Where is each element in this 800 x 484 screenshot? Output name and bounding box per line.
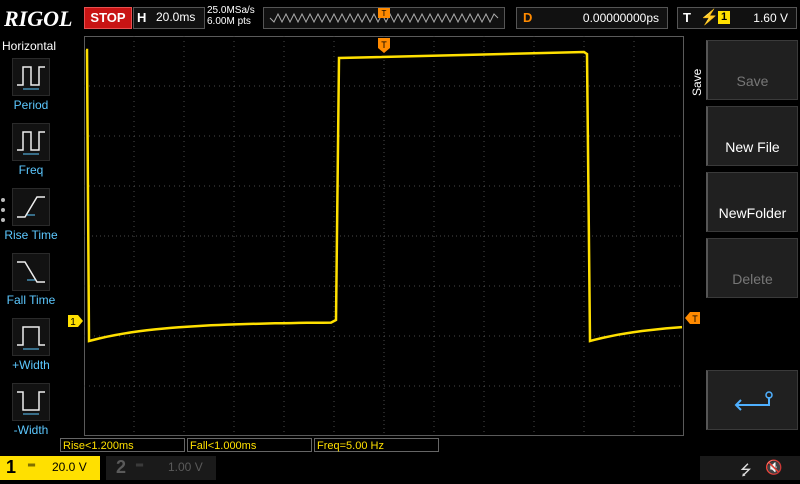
page-indicator — [1, 198, 5, 228]
run-stop-indicator[interactable]: STOP — [84, 7, 132, 29]
svg-text:T: T — [381, 40, 387, 50]
delay-value: 0.00000000ps — [582, 11, 659, 25]
return-button[interactable] — [706, 370, 798, 430]
measure-fall-time[interactable]: Fall Time — [0, 253, 62, 315]
measure-rise-time-label: Rise Time — [4, 228, 58, 242]
save-menu-tab: Save — [690, 68, 704, 96]
fall-time-icon — [12, 253, 50, 291]
channel2-scale: 1.00 V — [168, 460, 203, 474]
channel1-number: 1 — [6, 457, 17, 477]
measure-negative-width[interactable]: -Width — [0, 383, 62, 445]
delete-button-label: Delete — [732, 271, 773, 287]
trigger-box[interactable]: T ⚡ 1 1.60 V — [677, 7, 797, 29]
measure-positive-width[interactable]: +Width — [0, 318, 62, 380]
measure-freq-label: Freq — [18, 163, 44, 177]
trigger-time-marker[interactable]: T — [377, 38, 391, 54]
rigol-logo: RIGOL — [4, 6, 73, 31]
memory-depth: 6.00M pts — [207, 16, 251, 27]
save-button-label: Save — [736, 73, 769, 89]
measure-fall-time-label: Fall Time — [6, 293, 56, 307]
measure-negative-width-label: -Width — [13, 423, 49, 437]
period-icon — [12, 58, 50, 96]
acquisition-info: 25.0MSa/s 6.00M pts — [207, 5, 255, 27]
mute-icon[interactable]: 🔇 — [765, 459, 782, 476]
measure-period-label: Period — [13, 98, 49, 112]
channel2-number: 2 — [116, 457, 127, 477]
delete-button[interactable]: Delete — [706, 238, 798, 298]
svg-text:T: T — [692, 314, 698, 324]
measure-rise-time[interactable]: Rise Time — [0, 188, 62, 250]
trigger-level: 1.60 V — [753, 11, 788, 25]
measurement-fall[interactable]: Fall<1.000ms — [187, 438, 312, 452]
measure-positive-width-label: +Width — [12, 358, 50, 372]
measure-freq[interactable]: Freq — [0, 123, 62, 185]
save-button[interactable]: Save — [706, 40, 798, 100]
svg-text:1: 1 — [70, 317, 76, 328]
usb-icon: ⭍ — [740, 462, 752, 478]
measure-period[interactable]: Period — [0, 58, 62, 120]
positive-width-icon — [12, 318, 50, 356]
svg-text:Save: Save — [690, 68, 704, 96]
memory-overview-bar[interactable]: T — [263, 7, 505, 29]
new-file-button[interactable]: New File — [706, 106, 798, 166]
rise-time-icon — [12, 188, 50, 226]
rising-edge-icon: ⚡ — [700, 9, 719, 26]
memory-overview-waveform: T — [269, 8, 499, 24]
measurement-freq[interactable]: Freq=5.00 Hz — [314, 438, 439, 452]
new-folder-button[interactable]: NewFolder — [706, 172, 798, 232]
trigger-key: T — [683, 10, 691, 25]
trigger-level-marker[interactable]: T — [685, 311, 701, 325]
channel1-ground-marker[interactable]: 1 — [68, 314, 84, 328]
channel1-scale: 20.0 V — [52, 460, 87, 474]
frequency-icon — [12, 123, 50, 161]
measure-category-title: Horizontal — [2, 39, 57, 53]
dc-coupling-icon: ═ — [28, 460, 36, 471]
channel1-box[interactable]: 1 ═ 20.0 V — [0, 456, 100, 480]
timebase-value: 20.0ms — [156, 10, 196, 24]
new-file-button-label: New File — [725, 139, 780, 155]
return-arrow-icon — [734, 391, 773, 411]
channel2-box[interactable]: 2 ═ 1.00 V — [106, 456, 216, 480]
channel1-waveform — [85, 48, 683, 343]
new-folder-button-label: NewFolder — [718, 205, 787, 221]
trigger-position-marker: T — [382, 9, 387, 18]
negative-width-icon — [12, 383, 50, 421]
delay-box[interactable]: D 0.00000000ps — [516, 7, 668, 29]
measurement-rise[interactable]: Rise<1.200ms — [60, 438, 185, 452]
sample-rate: 25.0MSa/s — [207, 5, 255, 16]
dc-coupling-icon: ═ — [136, 460, 144, 471]
trigger-source: 1 — [718, 11, 730, 24]
timebase-key: H — [137, 10, 147, 25]
delay-key: D — [523, 10, 533, 25]
timebase-box[interactable]: H 20.0ms — [133, 7, 205, 29]
